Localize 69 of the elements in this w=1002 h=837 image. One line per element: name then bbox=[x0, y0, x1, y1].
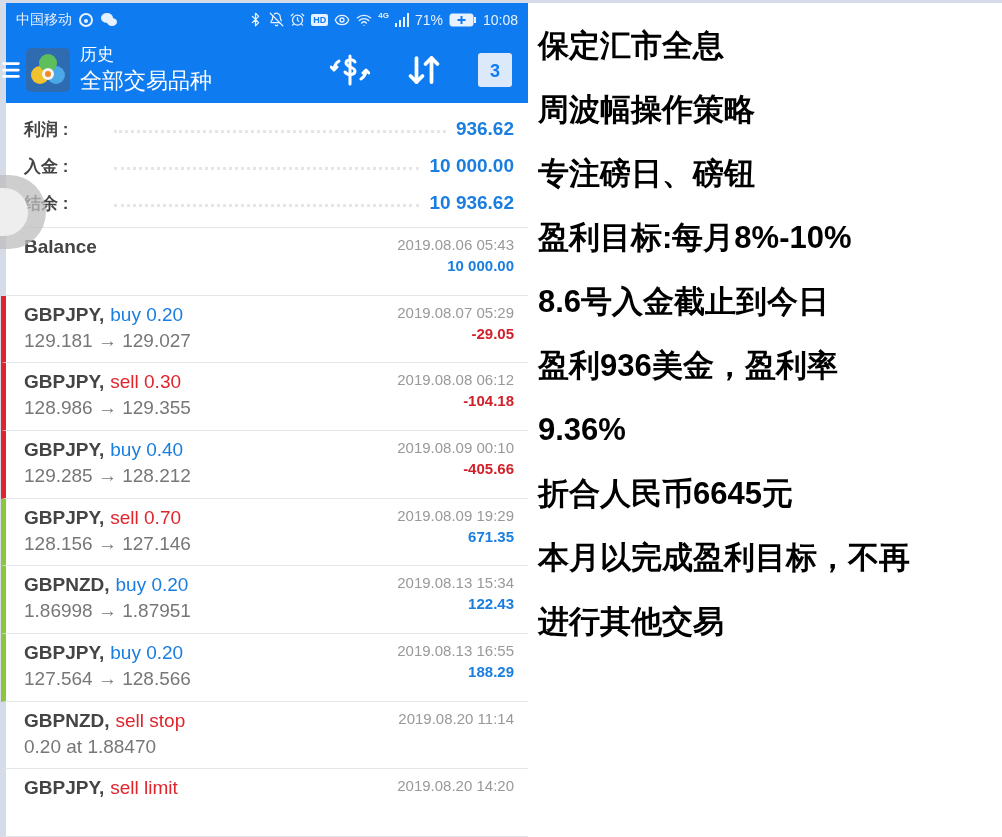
summary-value: 936.62 bbox=[455, 118, 514, 140]
trade-time: 2019.08.09 19:29 bbox=[397, 506, 514, 524]
trade-time: 2019.08.08 06:12 bbox=[397, 371, 514, 389]
deal-time: 2019.08.06 05:43 bbox=[397, 236, 514, 253]
deal-amount: 10 000.00 bbox=[447, 257, 514, 274]
app-logo-icon bbox=[26, 47, 70, 92]
note-line: 9.36% bbox=[538, 411, 627, 449]
trade-profit: -104.18 bbox=[463, 392, 514, 410]
trade-prices: 129.181 → 129.027 bbox=[24, 329, 191, 352]
trade-profit: -29.05 bbox=[471, 324, 514, 342]
note-line: 盈利936美金，盈利率 bbox=[538, 347, 839, 385]
trade-action: sell 0.30 bbox=[110, 371, 182, 394]
trade-action: sell limit bbox=[110, 777, 178, 800]
trade-action: buy 0.40 bbox=[110, 439, 184, 462]
signal-icon bbox=[394, 12, 409, 27]
trade-prices: 1.86998 → 1.87951 bbox=[24, 600, 191, 623]
note-line: 折合人民币6645元 bbox=[538, 475, 794, 513]
trade-action: buy 0.20 bbox=[115, 574, 189, 597]
note-line: 8.6号入金截止到今日 bbox=[538, 283, 831, 321]
alarm-icon bbox=[290, 12, 306, 28]
balance-label: Balance bbox=[24, 236, 97, 258]
trade-prices: 128.156 → 127.146 bbox=[24, 532, 191, 555]
carrier-name: 中国移动 bbox=[16, 10, 72, 29]
trade-time: 2019.08.20 11:14 bbox=[398, 709, 514, 727]
trade-time: 2019.08.09 00:10 bbox=[397, 439, 514, 457]
clock-time: 10:08 bbox=[482, 11, 518, 28]
note-line: 周波幅操作策略 bbox=[538, 91, 756, 129]
header-subtitle: 全部交易品种 bbox=[80, 67, 212, 96]
network-type: 4G bbox=[378, 11, 389, 20]
chat-bubbles-icon bbox=[100, 11, 118, 28]
battery-icon bbox=[448, 12, 477, 27]
trade-profit: 188.29 bbox=[468, 663, 514, 681]
trade-prices: 128.986 → 129.355 bbox=[24, 397, 191, 420]
trade-symbol: GBPNZD, bbox=[24, 574, 110, 597]
trade-symbol: GBPJPY, bbox=[24, 371, 105, 394]
trade-time: 2019.08.13 16:55 bbox=[397, 642, 514, 660]
trade-profit: -405.66 bbox=[463, 460, 514, 478]
trade-action: buy 0.20 bbox=[110, 303, 184, 326]
trade-symbol: GBPJPY, bbox=[24, 642, 105, 665]
note-line: 本月以完成盈利目标，不再 bbox=[538, 539, 911, 577]
summary-value: 10 000.00 bbox=[429, 155, 514, 177]
note-line: 专注磅日、磅钮 bbox=[538, 155, 756, 193]
summary-value: 10 936.62 bbox=[429, 192, 514, 214]
summary-label: 利润 : bbox=[24, 118, 70, 141]
currency-exchange-icon[interactable] bbox=[330, 52, 370, 87]
trade-prices: 0.20 at 1.88470 bbox=[24, 735, 158, 758]
trade-prices: 127.564 → 128.566 bbox=[24, 668, 191, 691]
battery-percent: 71% bbox=[414, 11, 443, 28]
trade-time: 2019.08.20 14:20 bbox=[397, 777, 514, 795]
trade-action: buy 0.20 bbox=[110, 642, 184, 665]
trade-profit: 122.43 bbox=[468, 595, 514, 613]
note-line: 进行其他交易 bbox=[538, 603, 725, 641]
trade-time: 2019.08.07 05:29 bbox=[397, 303, 514, 321]
trade-action: sell stop bbox=[115, 709, 186, 732]
summary-label: 入金 : bbox=[24, 155, 70, 178]
hd-badge: HD bbox=[311, 13, 329, 26]
trade-symbol: GBPNZD, bbox=[24, 709, 110, 732]
trade-action: sell 0.70 bbox=[110, 506, 182, 529]
trade-symbol: GBPJPY, bbox=[24, 777, 105, 800]
trade-time: 2019.08.13 15:34 bbox=[397, 574, 514, 592]
trade-symbol: GBPJPY, bbox=[24, 506, 105, 529]
note-line: 保定汇市全息 bbox=[538, 27, 725, 65]
muted-bell-icon bbox=[269, 12, 285, 28]
trade-symbol: GBPJPY, bbox=[24, 439, 105, 462]
trade-prices: 129.285 → 128.212 bbox=[24, 465, 191, 488]
trade-profit: 671.35 bbox=[468, 527, 514, 545]
header-title: 历史 bbox=[80, 44, 115, 67]
note-line: 盈利目标:每月8%-10% bbox=[538, 219, 853, 257]
trade-symbol: GBPJPY, bbox=[24, 303, 105, 326]
